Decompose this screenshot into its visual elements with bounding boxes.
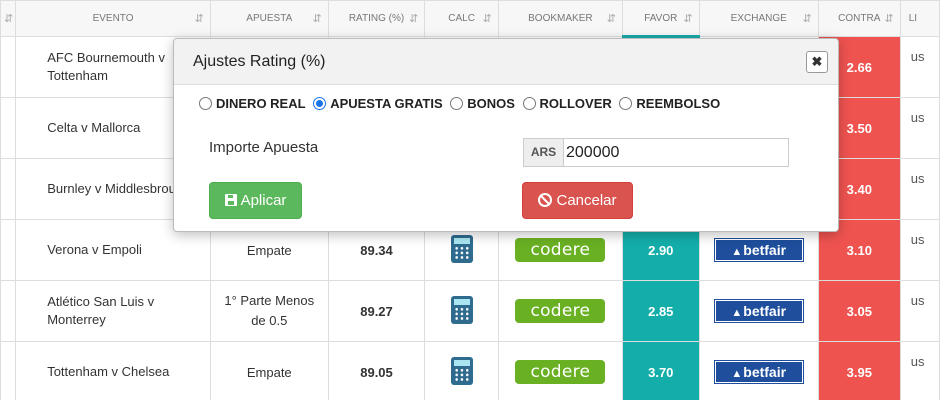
modal-header: Ajustes Rating (%) (174, 39, 838, 85)
sort-icon: ⇵ (606, 13, 616, 25)
radio-apuesta-gratis[interactable]: APUESTA GRATIS (313, 96, 443, 111)
amount-input[interactable] (563, 138, 789, 167)
importe-label: Importe Apuesta (209, 139, 319, 156)
liquidity-value: us (899, 219, 940, 281)
favor-odds: 3.70 (621, 341, 700, 400)
sort-icon: ⇵ (3, 13, 14, 25)
liquidity-value: us (899, 36, 940, 98)
table-row: Atlético San Luis v Monterrey 1° Parte M… (0, 280, 940, 342)
col-header-liquidez[interactable]: LI (899, 0, 940, 37)
currency-addon: ARS (523, 138, 564, 167)
liquidity-value: us (899, 341, 940, 400)
floppy-disk-icon (224, 194, 237, 206)
event-name: Atlético San Luis v Monterrey (15, 280, 211, 342)
col-header-favor[interactable]: FAVOR ⇵ (621, 0, 700, 38)
apply-button[interactable]: Aplicar (209, 182, 302, 219)
table-header-row: ⇵ EVENTO ⇵ APUESTA ⇵ RATING (%) ⇵ CALC ⇵ BOO… (0, 0, 940, 38)
betfair-logo[interactable]: ▲betfair (713, 238, 804, 262)
sort-icon: ⇵ (409, 13, 419, 25)
bet-type: 1° Parte Menos de 0.5 (209, 280, 329, 342)
radio-rollover[interactable]: ROLLOVER (522, 96, 612, 111)
col-header-apuesta[interactable]: APUESTA ⇵ (209, 0, 329, 37)
contra-odds: 3.05 (817, 280, 901, 342)
radio-bonos[interactable]: BONOS (450, 96, 515, 111)
bet-type: Empate (209, 341, 329, 400)
col-header-rating[interactable]: RATING (%) ⇵ (327, 0, 426, 37)
modal-title: Ajustes Rating (%) (193, 53, 326, 70)
col-header-calc[interactable]: CALC ⇵ (424, 0, 499, 37)
radio-dinero-real[interactable]: DINERO REAL (199, 96, 306, 111)
close-button[interactable]: ✖ (806, 51, 828, 73)
radio-reembolso[interactable]: REEMBOLSO (619, 96, 720, 111)
liquidity-value: us (899, 97, 940, 159)
sort-icon: ⇵ (194, 13, 204, 25)
sort-icon: ⇵ (482, 13, 492, 25)
calculator-icon[interactable] (450, 234, 473, 263)
betfair-logo[interactable]: ▲betfair (713, 360, 804, 384)
calculator-icon[interactable] (450, 356, 473, 385)
sort-icon: ⇵ (312, 13, 322, 25)
betfair-logo[interactable]: ▲betfair (713, 299, 804, 323)
codere-logo[interactable]: codere (515, 299, 606, 323)
calculator-icon[interactable] (450, 295, 473, 324)
col-header-index[interactable]: ⇵ (0, 0, 17, 37)
codere-logo[interactable]: codere (515, 360, 606, 384)
rating-value: 89.27 (327, 280, 426, 342)
liquidity-value: us (899, 280, 940, 342)
liquidity-value: us (899, 158, 940, 220)
cancel-button[interactable]: Cancelar (522, 182, 633, 219)
bet-type-radio-group: DINERO REAL APUESTA GRATIS BONOS ROLLOVE… (199, 96, 724, 111)
ban-icon (538, 193, 553, 207)
rating-settings-modal: Ajustes Rating (%) ✖ DINERO REAL APUESTA… (173, 38, 839, 232)
event-name: Tottenham v Chelsea (15, 341, 211, 400)
col-header-exchange[interactable]: EXCHANGE ⇵ (698, 0, 819, 37)
sort-icon: ⇵ (884, 13, 894, 25)
contra-odds: 3.95 (817, 341, 901, 400)
codere-logo[interactable]: codere (515, 238, 606, 262)
sort-icon: ⇵ (683, 13, 693, 25)
favor-odds: 2.85 (621, 280, 700, 342)
sort-icon: ⇵ (802, 13, 812, 25)
rating-value: 89.05 (327, 341, 426, 400)
col-header-bookmaker[interactable]: BOOKMAKER ⇵ (497, 0, 623, 37)
close-icon: ✖ (811, 54, 823, 69)
col-header-contra[interactable]: CONTRA ⇵ (817, 0, 901, 37)
col-header-evento[interactable]: EVENTO ⇵ (15, 0, 211, 37)
table-row: Tottenham v Chelsea Empate 89.05 codere … (0, 341, 940, 400)
